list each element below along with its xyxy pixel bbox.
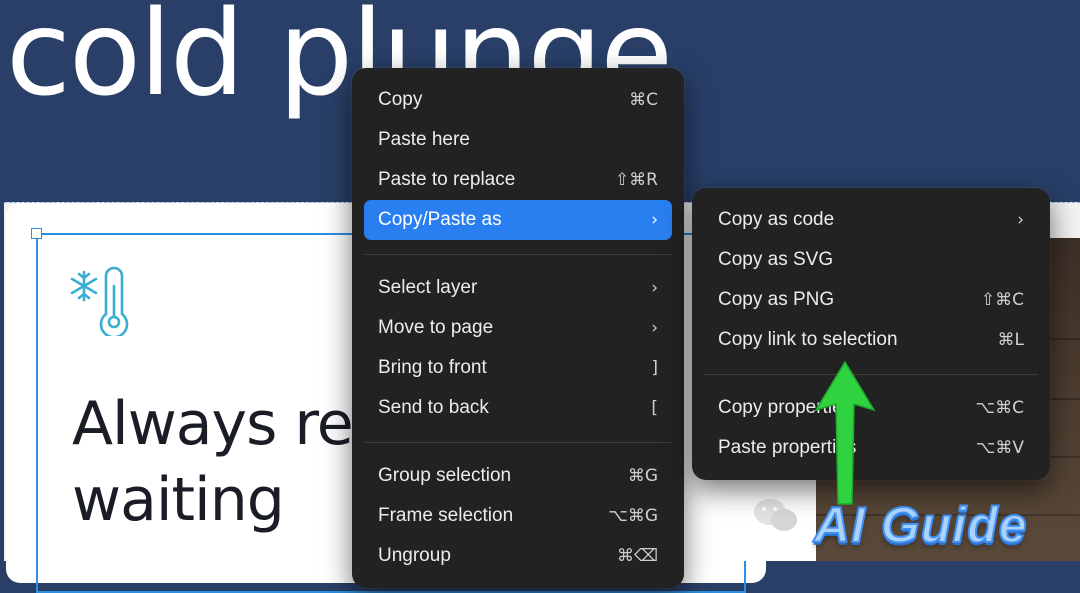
menu-item-label: Paste here: [378, 129, 470, 150]
menu-item-copy[interactable]: Copy ⌘C: [364, 80, 672, 120]
menu-item-label: Group selection: [378, 465, 512, 486]
menu-item-label: Copy link to selection: [718, 329, 898, 350]
menu-item-bring-to-front[interactable]: Bring to front ]: [364, 348, 672, 388]
menu-item-move-to-page[interactable]: Move to page ›: [364, 308, 672, 348]
shortcut-hint: ⌘L: [997, 330, 1024, 350]
context-menu: Copy ⌘C Paste here Paste to replace ⇧⌘R …: [352, 68, 684, 588]
snowflake-thermometer-icon: [70, 266, 129, 336]
shortcut-hint: ⇧⌘R: [614, 170, 658, 190]
menu-divider: [364, 442, 672, 443]
menu-item-label: Copy as PNG: [718, 289, 835, 310]
shortcut-hint: [: [651, 398, 658, 418]
menu-item-paste-to-replace[interactable]: Paste to replace ⇧⌘R: [364, 160, 672, 200]
menu-item-label: Copy as SVG: [718, 249, 834, 270]
menu-item-ungroup[interactable]: Ungroup ⌘⌫: [364, 536, 672, 576]
selection-handle-top-left[interactable]: [31, 228, 42, 239]
menu-item-label: Select layer: [378, 277, 478, 298]
card-heading: Always re waiting: [72, 389, 354, 535]
shortcut-hint: ⌘C: [629, 90, 658, 110]
menu-item-label: Paste to replace: [378, 169, 516, 190]
submenu-item-copy-link-to-selection[interactable]: Copy link to selection ⌘L: [704, 320, 1038, 360]
menu-divider: [364, 254, 672, 255]
menu-item-paste-here[interactable]: Paste here: [364, 120, 672, 160]
menu-item-label: Bring to front: [378, 357, 487, 378]
menu-item-label: Copy: [378, 89, 423, 110]
shortcut-hint: ⌥⌘C: [975, 398, 1024, 418]
chevron-right-icon: ›: [1017, 210, 1024, 230]
menu-item-label: Send to back: [378, 397, 489, 418]
shortcut-hint: ]: [651, 358, 658, 378]
submenu-item-copy-as-code[interactable]: Copy as code ›: [704, 200, 1038, 240]
menu-item-send-to-back[interactable]: Send to back [: [364, 388, 672, 428]
submenu-item-copy-as-png[interactable]: Copy as PNG ⇧⌘C: [704, 280, 1038, 320]
chevron-right-icon: ›: [651, 318, 658, 338]
menu-item-group-selection[interactable]: Group selection ⌘G: [364, 456, 672, 496]
submenu-item-copy-as-svg[interactable]: Copy as SVG: [704, 240, 1038, 280]
menu-item-label: Copy/Paste as: [378, 209, 502, 230]
menu-item-frame-selection[interactable]: Frame selection ⌥⌘G: [364, 496, 672, 536]
shortcut-hint: ⇧⌘C: [980, 290, 1024, 310]
shortcut-hint: ⌘⌫: [616, 546, 658, 566]
menu-item-label: Frame selection: [378, 505, 514, 526]
green-up-arrow-annotation: [814, 360, 876, 505]
watermark-logo: AI Guide: [813, 496, 1028, 554]
shortcut-hint: ⌥⌘G: [608, 506, 658, 526]
shortcut-hint: ⌘G: [627, 466, 658, 486]
menu-item-copy-paste-as[interactable]: Copy/Paste as ›: [364, 200, 672, 240]
wechat-icon: [754, 499, 797, 531]
chevron-right-icon: ›: [651, 210, 658, 230]
menu-item-select-layer[interactable]: Select layer ›: [364, 268, 672, 308]
menu-item-label: Ungroup: [378, 545, 451, 566]
shortcut-hint: ⌥⌘V: [975, 438, 1024, 458]
chevron-right-icon: ›: [651, 278, 658, 298]
menu-item-label: Move to page: [378, 317, 494, 338]
menu-item-label: Copy as code: [718, 209, 835, 230]
